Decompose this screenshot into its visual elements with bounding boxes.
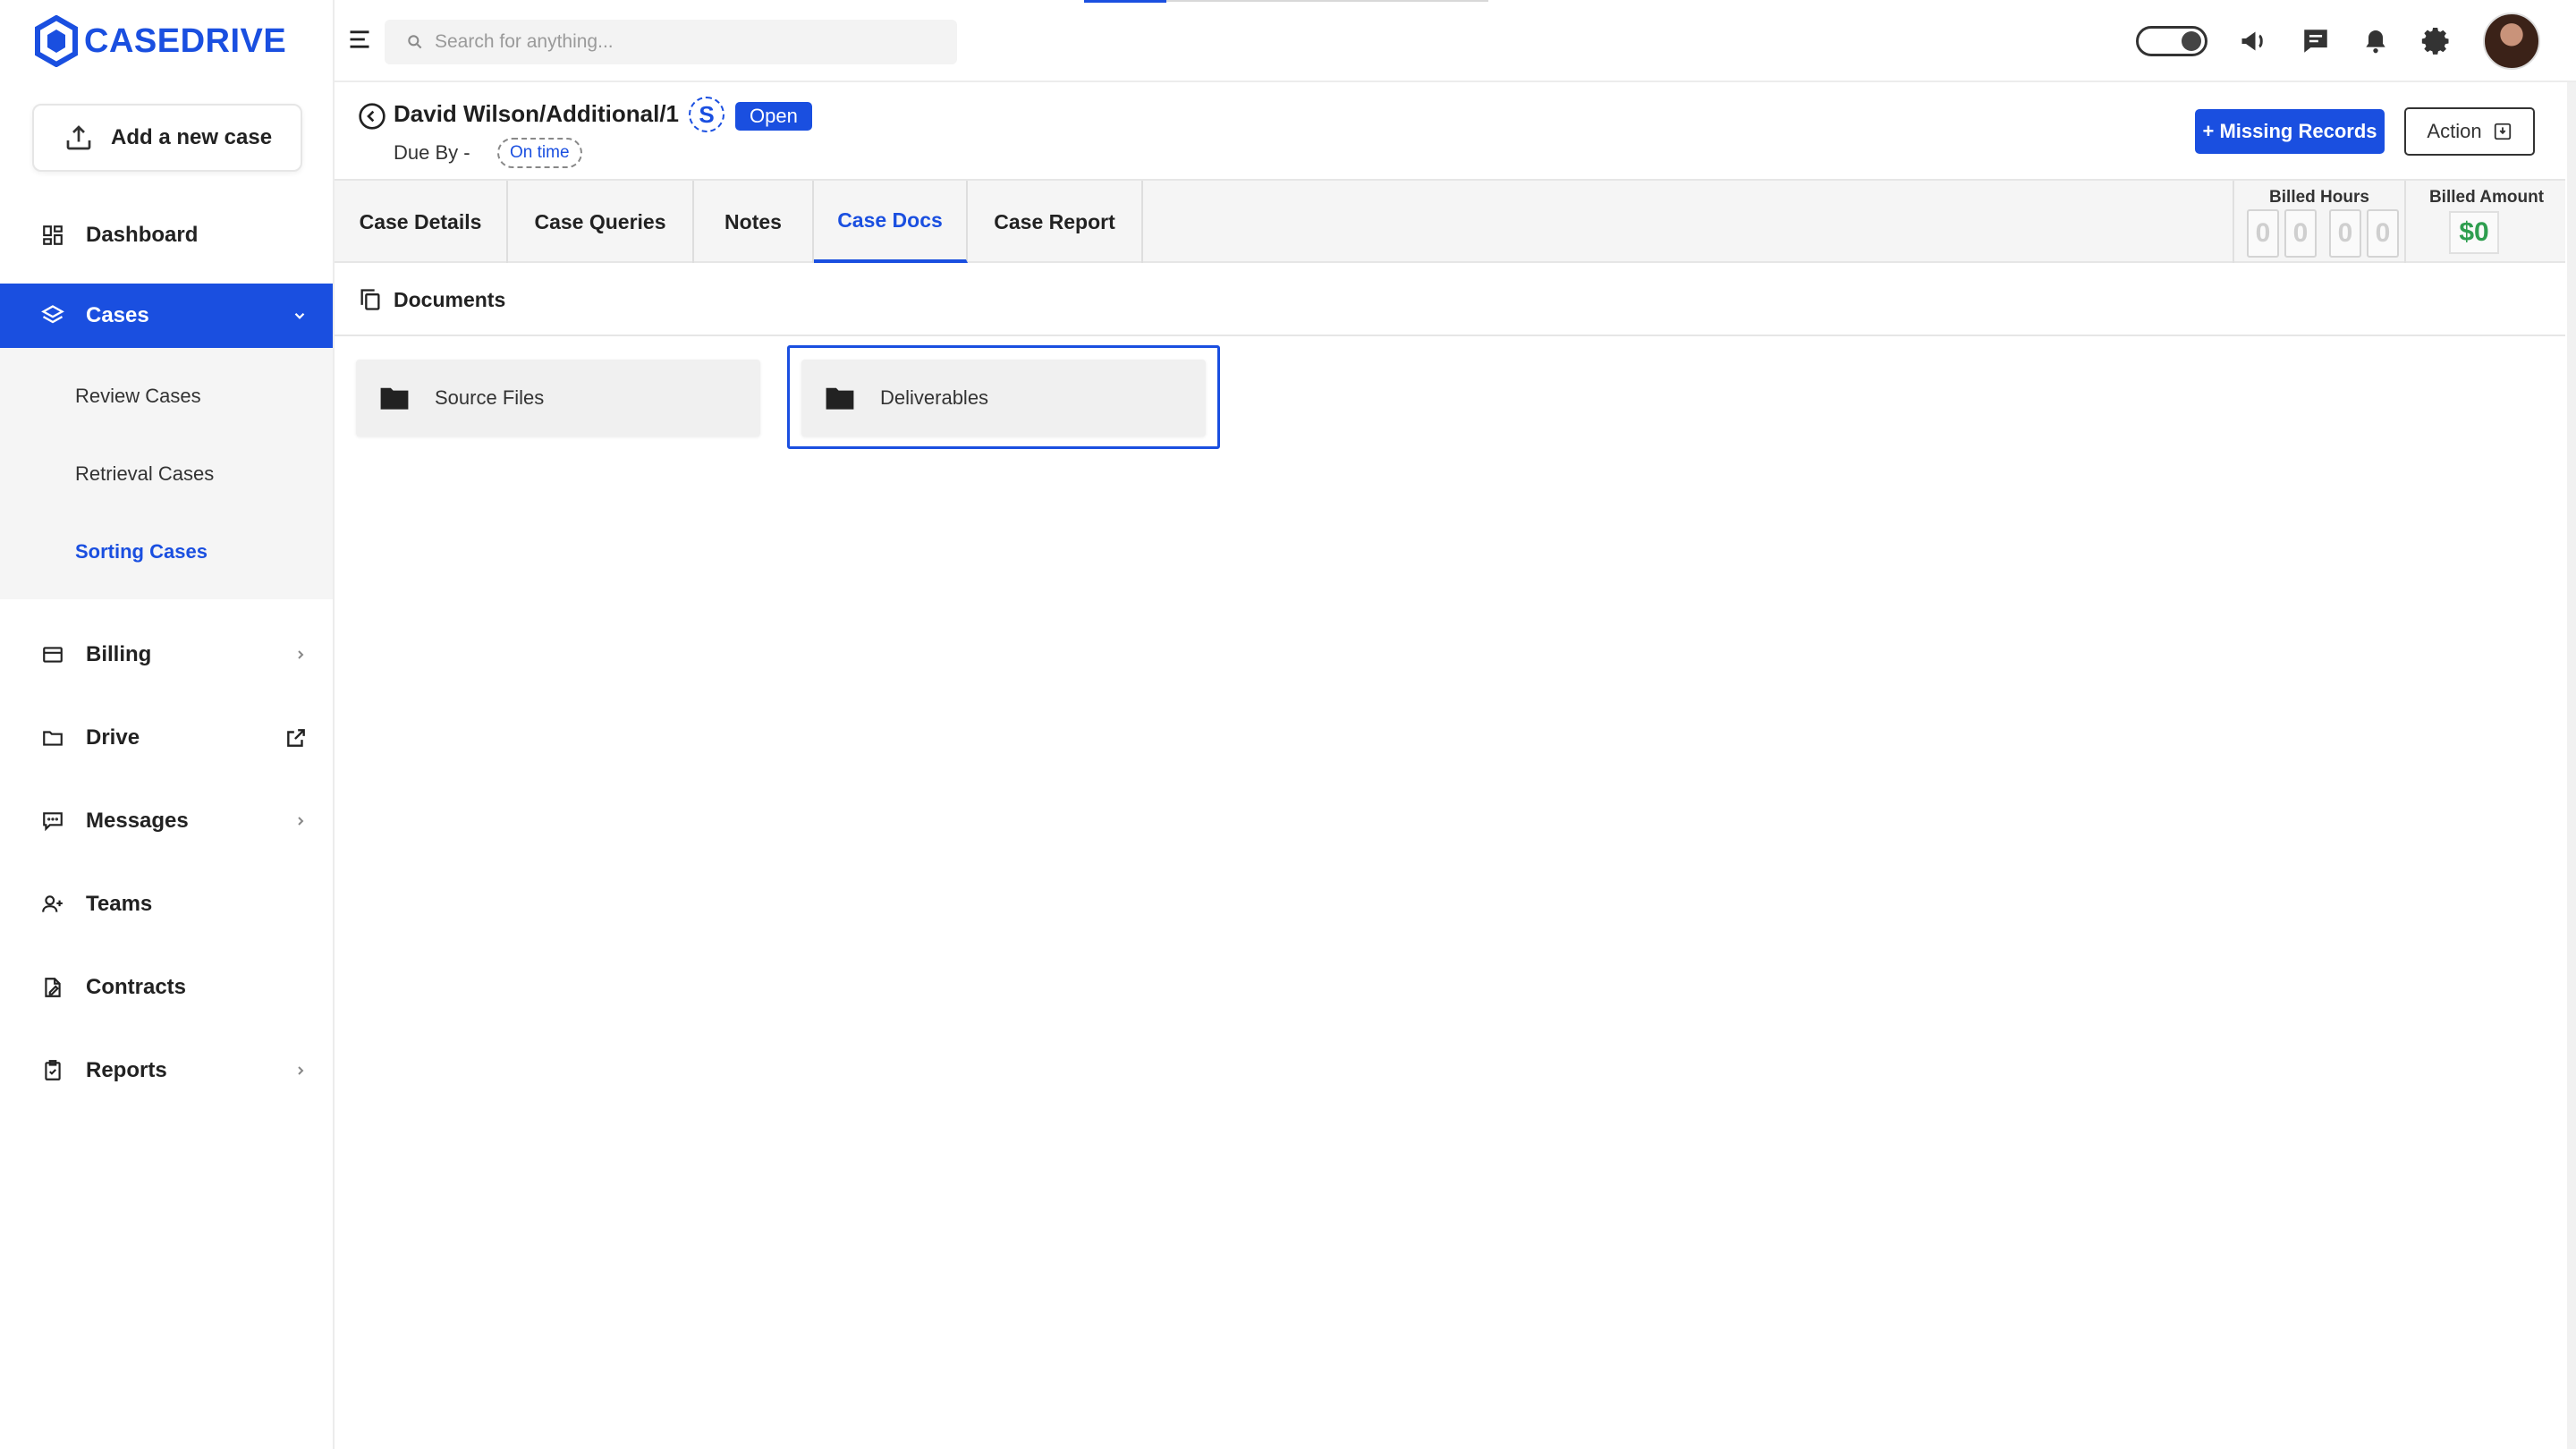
tab-case-docs[interactable]: Case Docs bbox=[814, 181, 968, 263]
tab-case-details[interactable]: Case Details bbox=[335, 181, 508, 263]
sidebar-item-contracts[interactable]: Contracts bbox=[0, 955, 333, 1020]
sidebar-item-teams[interactable]: Teams bbox=[0, 872, 333, 936]
sidebar-subitem-review-cases[interactable]: Review Cases bbox=[0, 357, 333, 435]
logo-text: CASEDRIVE bbox=[84, 21, 287, 60]
settings-gear-icon[interactable] bbox=[2420, 25, 2453, 57]
case-tabs: Case Details Case Queries Notes Case Doc… bbox=[335, 179, 2565, 263]
chevron-right-icon bbox=[298, 1066, 304, 1075]
search-box[interactable] bbox=[385, 20, 957, 64]
case-header: David Wilson/Additional/1 S Open Due By … bbox=[335, 84, 2576, 181]
clipboard-icon bbox=[39, 1057, 66, 1084]
tab-case-report[interactable]: Case Report bbox=[968, 181, 1143, 263]
billed-hours-digits: 0 0 0 0 bbox=[2247, 209, 2399, 258]
folder-icon bbox=[380, 387, 409, 410]
sidebar-item-drive[interactable]: Drive bbox=[0, 706, 333, 770]
sidebar-item-reports[interactable]: Reports bbox=[0, 1038, 333, 1103]
contract-icon bbox=[39, 974, 66, 1001]
tab-case-queries[interactable]: Case Queries bbox=[508, 181, 694, 263]
hours-digit: 0 bbox=[2247, 209, 2279, 258]
toggle-knob bbox=[2182, 31, 2201, 51]
folder-label: Deliverables bbox=[880, 386, 989, 409]
top-bar bbox=[335, 0, 2576, 82]
hours-digit: 0 bbox=[2329, 209, 2361, 258]
search-icon bbox=[408, 35, 422, 49]
back-arrow-icon[interactable] bbox=[358, 102, 386, 131]
add-new-case-label: Add a new case bbox=[111, 125, 273, 149]
sidebar: CASEDRIVE Add a new case Dashboard Cases… bbox=[0, 0, 335, 1449]
case-s-badge: S bbox=[689, 97, 724, 132]
sidebar-item-label: Teams bbox=[86, 892, 153, 916]
menu-icon[interactable] bbox=[347, 27, 372, 52]
missing-records-button[interactable]: + Missing Records bbox=[2195, 109, 2385, 154]
message-icon bbox=[39, 808, 66, 835]
add-new-case-button[interactable]: Add a new case bbox=[32, 104, 302, 172]
cases-submenu: Review Cases Retrieval Cases Sorting Cas… bbox=[0, 348, 333, 599]
sidebar-item-label: Cases bbox=[86, 303, 149, 327]
action-button[interactable]: Action bbox=[2404, 107, 2535, 156]
case-title: David Wilson/Additional/1 bbox=[394, 100, 680, 127]
folder-icon bbox=[39, 724, 66, 751]
folder-source-files[interactable]: Source Files bbox=[356, 360, 760, 436]
theme-toggle[interactable] bbox=[2136, 26, 2207, 56]
casedrive-logo[interactable]: CASEDRIVE bbox=[34, 14, 286, 68]
sidebar-subitem-sorting-cases[interactable]: Sorting Cases bbox=[0, 513, 333, 590]
due-by-label: Due By - bbox=[394, 141, 470, 164]
progress-accent bbox=[1084, 0, 1166, 3]
sidebar-item-label: Contracts bbox=[86, 975, 187, 999]
chevron-down-icon bbox=[294, 312, 305, 319]
progress-track bbox=[1166, 0, 1488, 2]
tab-notes[interactable]: Notes bbox=[694, 181, 814, 263]
page-scrollbar[interactable] bbox=[2567, 82, 2576, 1449]
logo-hexagon-icon bbox=[35, 15, 78, 67]
sidebar-item-label: Dashboard bbox=[86, 223, 199, 247]
documents-heading: Documents bbox=[394, 287, 506, 311]
upload-icon bbox=[66, 125, 91, 150]
chat-icon[interactable] bbox=[2301, 26, 2331, 56]
user-avatar[interactable] bbox=[2483, 13, 2540, 70]
folder-deliverables[interactable]: Deliverables bbox=[801, 360, 1206, 436]
folder-icon bbox=[826, 387, 854, 410]
documents-copy-icon bbox=[360, 289, 380, 310]
layers-icon bbox=[39, 302, 66, 329]
sidebar-item-dashboard[interactable]: Dashboard bbox=[0, 201, 333, 269]
hours-digit: 0 bbox=[2367, 209, 2399, 258]
hours-digit: 0 bbox=[2284, 209, 2317, 258]
sidebar-item-label: Messages bbox=[86, 809, 189, 833]
billed-amount-value: $0 bbox=[2449, 211, 2499, 254]
search-input[interactable] bbox=[435, 31, 936, 53]
billed-amount-title: Billed Amount bbox=[2428, 188, 2545, 207]
chevron-right-icon bbox=[298, 817, 304, 826]
folder-label: Source Files bbox=[435, 386, 545, 409]
sidebar-item-messages[interactable]: Messages bbox=[0, 789, 333, 853]
card-icon bbox=[39, 641, 66, 668]
documents-header: Documents bbox=[335, 265, 2565, 336]
external-link-icon[interactable] bbox=[284, 726, 308, 750]
export-icon bbox=[2494, 123, 2511, 140]
billed-hours-title: Billed Hours bbox=[2269, 188, 2369, 207]
sidebar-item-label: Drive bbox=[86, 725, 140, 750]
sidebar-item-label: Reports bbox=[86, 1058, 167, 1082]
billed-hours-panel: Billed Hours 0 0 0 0 bbox=[2233, 181, 2406, 263]
on-time-badge: On time bbox=[497, 138, 582, 168]
megaphone-icon[interactable] bbox=[2238, 25, 2270, 57]
billed-amount-panel: Billed Amount $0 bbox=[2413, 181, 2560, 263]
team-icon bbox=[39, 891, 66, 918]
status-badge: Open bbox=[735, 102, 812, 131]
sidebar-item-label: Billing bbox=[86, 642, 152, 666]
top-actions bbox=[2136, 13, 2540, 70]
sidebar-subitem-retrieval-cases[interactable]: Retrieval Cases bbox=[0, 435, 333, 513]
sidebar-item-billing[interactable]: Billing bbox=[0, 623, 333, 687]
sidebar-nav: Dashboard Cases Review Cases Retrieval C… bbox=[0, 201, 333, 1103]
sidebar-item-cases[interactable]: Cases bbox=[0, 284, 333, 348]
dashboard-icon bbox=[39, 222, 66, 249]
chevron-right-icon bbox=[298, 650, 304, 659]
action-button-label: Action bbox=[2427, 120, 2482, 142]
bell-icon[interactable] bbox=[2361, 26, 2390, 56]
